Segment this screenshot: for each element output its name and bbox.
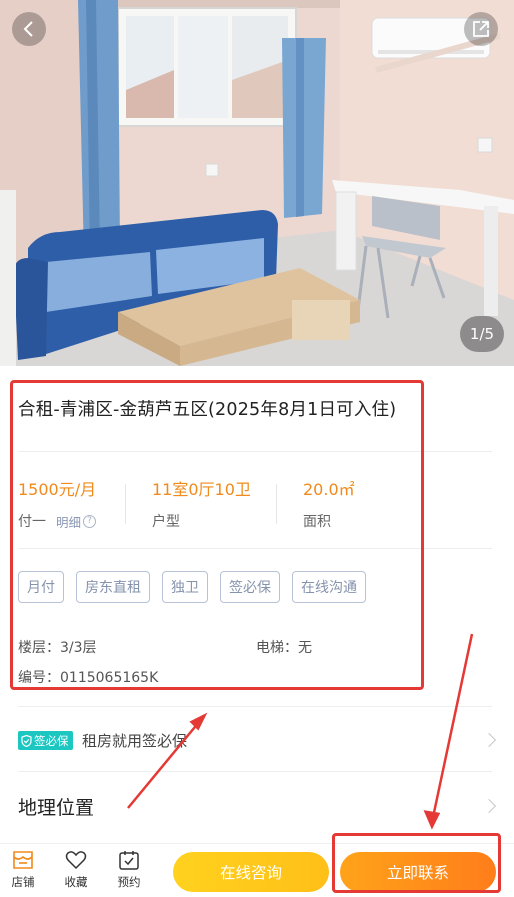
annotation-button-highlight-box xyxy=(332,833,501,893)
guarantee-badge: 签必保 xyxy=(18,731,73,750)
share-button[interactable] xyxy=(464,12,498,46)
store-icon xyxy=(13,851,33,869)
room-photo xyxy=(0,0,514,366)
chevron-left-icon xyxy=(23,21,33,37)
share-icon xyxy=(473,21,489,37)
shield-check-icon xyxy=(21,734,32,747)
online-consult-button[interactable]: 在线咨询 xyxy=(173,852,329,892)
listing-photo-carousel[interactable]: 1/5 xyxy=(0,0,514,366)
nav-favorite-label: 收藏 xyxy=(64,875,88,889)
divider xyxy=(18,771,492,772)
guarantee-text: 租房就用签必保 xyxy=(82,732,188,750)
heart-icon xyxy=(65,851,87,870)
back-button[interactable] xyxy=(12,12,46,46)
photo-counter: 1/5 xyxy=(460,316,504,352)
guarantee-row[interactable]: 签必保 租房就用签必保 xyxy=(0,710,514,770)
divider xyxy=(18,706,492,707)
nav-appointment-label: 预约 xyxy=(117,875,141,889)
chevron-right-icon xyxy=(481,732,497,748)
annotation-highlight-box xyxy=(10,380,424,690)
nav-appointment[interactable]: 预约 xyxy=(109,850,149,890)
guarantee-badge-label: 签必保 xyxy=(34,733,69,748)
nav-favorite[interactable]: 收藏 xyxy=(56,850,96,890)
chevron-right-icon[interactable] xyxy=(481,798,497,814)
listing-detail-page: 1/5 合租-青浦区-金葫芦五区(2025年8月1日可入住) 1500元/月 付… xyxy=(0,0,514,897)
calendar-check-icon xyxy=(119,851,139,870)
location-section-title[interactable]: 地理位置 xyxy=(18,793,94,820)
nav-store-label: 店铺 xyxy=(11,875,35,889)
nav-store[interactable]: 店铺 xyxy=(3,850,43,890)
